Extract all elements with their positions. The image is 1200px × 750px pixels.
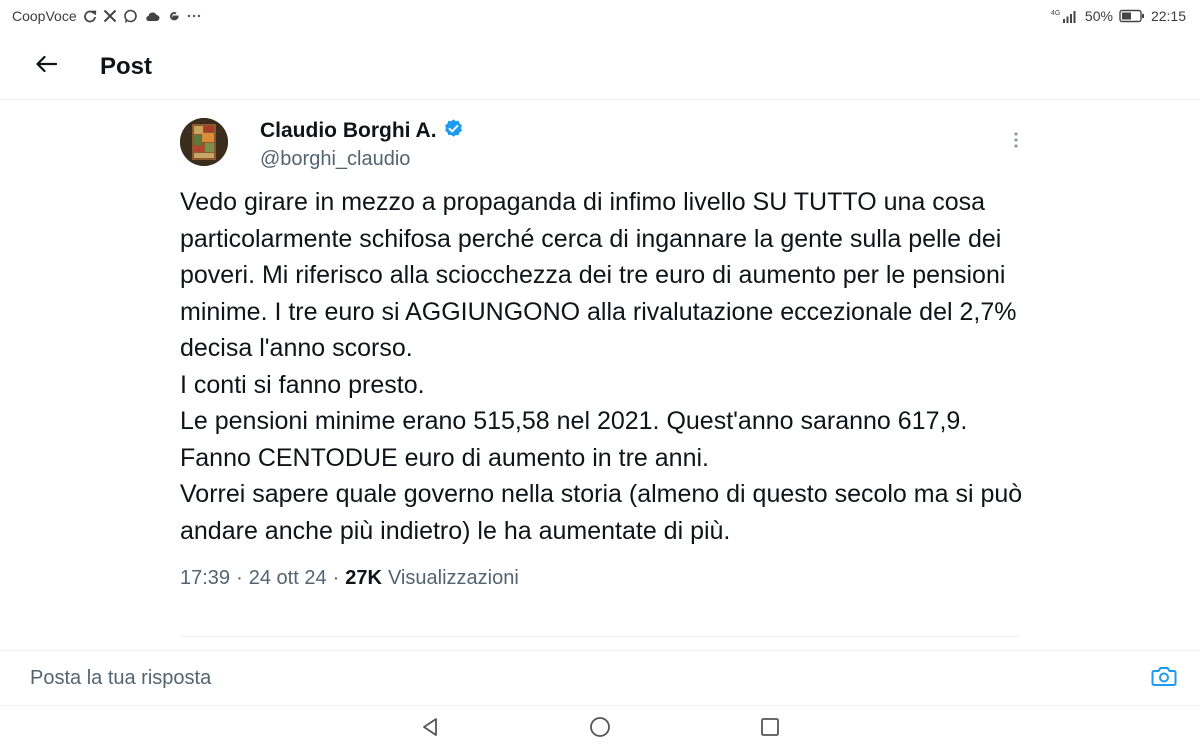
tweet-header: Claudio Borghi A. @borghi_claudio bbox=[180, 112, 1030, 174]
arrow-left-icon bbox=[35, 55, 58, 78]
carrier-label: CoopVoce bbox=[12, 8, 77, 24]
battery-icon bbox=[1119, 8, 1145, 24]
clock: 22:15 bbox=[1150, 8, 1186, 24]
tweet-paragraph: Vorrei sapere quale governo nella storia… bbox=[180, 480, 1023, 545]
tweet-paragraph: Fanno CENTODUE euro di aumento in tre an… bbox=[180, 443, 709, 472]
whatsapp-icon bbox=[123, 8, 138, 24]
author-handle[interactable]: @borghi_claudio bbox=[260, 148, 464, 171]
system-nav-bar bbox=[0, 708, 1200, 750]
divider bbox=[180, 636, 1020, 637]
tweet-paragraph: Vedo girare in mezzo a propaganda di inf… bbox=[180, 188, 1017, 362]
author-name[interactable]: Claudio Borghi A. bbox=[260, 119, 437, 143]
nav-back-button[interactable] bbox=[410, 709, 450, 749]
signal-icon: 4G bbox=[1051, 8, 1079, 24]
back-button[interactable] bbox=[26, 47, 66, 87]
circle-home-icon bbox=[589, 716, 611, 743]
meta-separator: · bbox=[236, 567, 243, 589]
tweet-date[interactable]: 24 ott 24 bbox=[249, 567, 327, 590]
reply-input[interactable] bbox=[30, 666, 930, 690]
more-dots-icon bbox=[187, 8, 201, 24]
name-row: Claudio Borghi A. bbox=[260, 118, 464, 144]
tweet-meta: 17:39 · 24 ott 24 · 27K Visualizzazioni bbox=[180, 567, 1030, 590]
triangle-back-icon bbox=[421, 717, 439, 742]
top-app-bar: Post bbox=[0, 34, 1200, 100]
cloud-icon bbox=[144, 8, 160, 24]
nav-recents-button[interactable] bbox=[750, 709, 790, 749]
app-frame: CoopVoce 4G 50% 22:15 Post Claudio Borgh… bbox=[0, 0, 1200, 750]
status-bar-right: 4G 50% 22:15 bbox=[1051, 8, 1186, 24]
camera-button[interactable] bbox=[1148, 662, 1180, 694]
more-vertical-icon bbox=[1013, 131, 1019, 154]
battery-percent: 50% bbox=[1084, 8, 1113, 24]
reply-bar bbox=[0, 650, 1200, 706]
google-icon bbox=[166, 8, 181, 24]
views-label[interactable]: Visualizzazioni bbox=[388, 567, 519, 590]
x-logo-icon bbox=[103, 8, 117, 24]
verified-badge-icon bbox=[443, 118, 464, 144]
sync-icon bbox=[83, 8, 97, 24]
tweet-text: Vedo girare in mezzo a propaganda di inf… bbox=[180, 184, 1030, 549]
meta-separator: · bbox=[332, 567, 340, 589]
tweet: Claudio Borghi A. @borghi_claudio Vedo g… bbox=[180, 112, 1030, 590]
network-label: 4G bbox=[1051, 10, 1060, 17]
author-info: Claudio Borghi A. @borghi_claudio bbox=[260, 118, 464, 171]
square-recents-icon bbox=[760, 717, 780, 742]
tweet-paragraph: Le pensioni minime erano 515,58 nel 2021… bbox=[180, 407, 968, 435]
page-title: Post bbox=[100, 52, 153, 80]
more-options-button[interactable] bbox=[1002, 128, 1030, 156]
status-bar-left: CoopVoce bbox=[12, 8, 201, 24]
status-bar: CoopVoce 4G 50% 22:15 bbox=[0, 0, 1200, 32]
nav-home-button[interactable] bbox=[580, 709, 620, 749]
views-count[interactable]: 27K bbox=[345, 567, 382, 590]
tweet-time[interactable]: 17:39 bbox=[180, 567, 230, 590]
avatar[interactable] bbox=[180, 118, 228, 166]
tweet-paragraph: I conti si fanno presto. bbox=[180, 370, 425, 399]
camera-icon bbox=[1151, 665, 1177, 692]
